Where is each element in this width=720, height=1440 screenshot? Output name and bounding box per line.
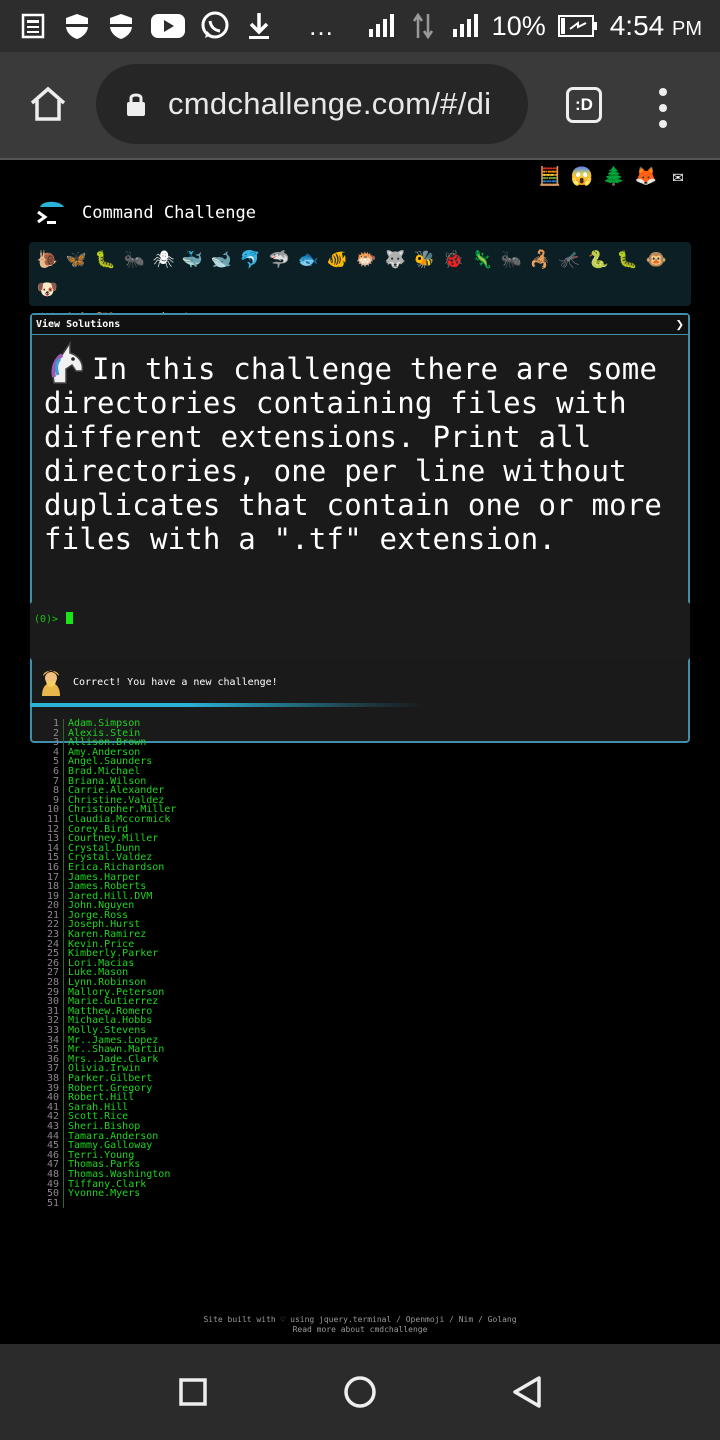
browser-toolbar: cmdchallenge.com/#/di :D bbox=[0, 52, 720, 160]
challenge-badge-icon[interactable]: 🐋 bbox=[209, 246, 234, 274]
brand[interactable]: Command Challenge bbox=[34, 198, 256, 228]
signal-icon bbox=[450, 11, 480, 41]
view-solutions-toggle[interactable]: View Solutions ❯ bbox=[32, 315, 688, 335]
mage-avatar-icon bbox=[42, 670, 60, 696]
view-solutions-label: View Solutions bbox=[36, 319, 121, 330]
output-line-text bbox=[64, 1199, 68, 1209]
tab-switcher-label: :D bbox=[575, 95, 593, 114]
address-bar[interactable]: cmdchallenge.com/#/di bbox=[96, 64, 528, 144]
challenge-badge-icon[interactable]: 🦎 bbox=[470, 246, 495, 274]
challenge-badge-icon[interactable]: 🐠 bbox=[325, 246, 350, 274]
challenge-text: In this challenge there are some directo… bbox=[44, 352, 663, 556]
status-bar: … 10% 4:54 PM bbox=[0, 0, 720, 52]
home-button[interactable] bbox=[28, 84, 68, 124]
page-content: 🧮 😱 🌲 🦊 ✉ Command Challenge 🐌 🦋 🐛 🐜 🕷 🐳 🐋 🐬 🦈 🐟 🐠 🐡… bbox=[0, 162, 720, 1344]
battery-icon bbox=[557, 11, 598, 41]
youtube-icon bbox=[150, 11, 186, 41]
triangle-back-icon bbox=[512, 1376, 541, 1408]
challenge-badge-icon[interactable]: 🐌 bbox=[35, 246, 60, 274]
recents-button[interactable] bbox=[173, 1372, 213, 1412]
terminal-umbrella-icon[interactable]: 🧮 bbox=[538, 164, 562, 188]
feedback-message: Correct! You have a new challenge! bbox=[38, 667, 278, 697]
mail-icon[interactable]: ✉ bbox=[666, 164, 690, 188]
brand-title: Command Challenge bbox=[82, 203, 256, 223]
data-arrows-icon bbox=[408, 11, 438, 41]
unicorn-icon bbox=[51, 341, 84, 384]
output-line: 51 bbox=[30, 1198, 176, 1209]
terminal-cursor bbox=[66, 612, 74, 624]
challenge-badge-icon[interactable]: 🐛 bbox=[93, 246, 118, 274]
challenge-badge-icon[interactable]: 🐛 bbox=[615, 246, 640, 274]
clock-time: 4:54 bbox=[609, 10, 665, 41]
challenge-badge-icon[interactable]: 🐝 bbox=[412, 246, 437, 274]
challenge-badge-icon[interactable]: 🦋 bbox=[64, 246, 89, 274]
download-icon bbox=[244, 11, 274, 41]
feedback-text: Correct! You have a new challenge! bbox=[73, 676, 278, 688]
terminal-prompt: (0)> bbox=[34, 614, 59, 625]
challenge-badge-icon[interactable]: 🐬 bbox=[238, 246, 263, 274]
square-icon bbox=[179, 1378, 208, 1406]
battery-percent: 10% bbox=[491, 10, 546, 41]
url-text: cmdchallenge.com/#/di bbox=[168, 86, 492, 121]
challenge-badge-icon[interactable]: 🐳 bbox=[180, 246, 205, 274]
gitlab-icon[interactable]: 🦊 bbox=[634, 164, 658, 188]
challenge-badge-icon[interactable]: 🐜 bbox=[499, 246, 524, 274]
challenge-badge-icon[interactable]: 🐞 bbox=[441, 246, 466, 274]
challenge-badge-icon[interactable]: 🐍 bbox=[586, 246, 611, 274]
overflow-notifications-icon: … bbox=[308, 10, 336, 41]
challenge-badge-icon[interactable]: 🦂 bbox=[528, 246, 553, 274]
terminal-input[interactable]: (0)> bbox=[30, 602, 690, 660]
command-output: 1 Adam.Simpson 2 Alexis.Stein 3 Allison.Brown… bbox=[30, 719, 176, 1209]
divider bbox=[30, 703, 425, 707]
top-icon-bar: 🧮 😱 🌲 🦊 ✉ bbox=[538, 164, 690, 188]
footer-about-link[interactable]: Read more about cmdchallenge bbox=[0, 1325, 720, 1335]
clock: 4:54 PM bbox=[610, 10, 702, 42]
shield-icon bbox=[106, 11, 136, 41]
challenge-badge-icon[interactable]: 🐵 bbox=[644, 246, 669, 274]
challenge-badges-panel: 🐌🦋🐛🐜🕷🐳🐋🐬🦈🐟🐠🐡🐺🐝🐞🦎🐜🦂🦟🐍🐛🐵🐶🦊🐱🐯🐅🐴🦄 bbox=[29, 242, 691, 332]
browser-menu-button[interactable] bbox=[656, 88, 670, 128]
navigation-bar bbox=[0, 1344, 720, 1440]
challenge-badge-icon[interactable]: 🐜 bbox=[122, 246, 147, 274]
challenge-badge-icon[interactable]: 🦟 bbox=[557, 246, 582, 274]
challenge-badge-icon[interactable]: 🐶 bbox=[35, 276, 60, 304]
home-nav-button[interactable] bbox=[340, 1372, 380, 1412]
challenge-badge-icon[interactable]: 🐺 bbox=[383, 246, 408, 274]
tab-switcher-button[interactable]: :D bbox=[566, 87, 602, 123]
challenge-description: In this challenge there are some directo… bbox=[32, 335, 688, 562]
challenge-badge-icon[interactable]: 🐡 bbox=[354, 246, 379, 274]
circle-icon bbox=[344, 1376, 376, 1408]
lock-icon bbox=[127, 93, 145, 116]
back-button[interactable] bbox=[507, 1372, 547, 1412]
signal-icon bbox=[366, 11, 396, 41]
home-icon bbox=[30, 86, 66, 121]
challenge-badge-icon[interactable]: 🐟 bbox=[296, 246, 321, 274]
terminal-logo-icon bbox=[37, 201, 64, 224]
challenge-badge-icon[interactable]: 🦈 bbox=[267, 246, 292, 274]
challenge-badge-icon[interactable]: 🕷 bbox=[151, 246, 176, 274]
chevron-right-icon: ❯ bbox=[675, 316, 684, 333]
face-icon[interactable]: 😱 bbox=[570, 164, 594, 188]
output-line-text: Yvonne.Myers bbox=[68, 1188, 141, 1200]
news-icon bbox=[18, 11, 48, 41]
line-number: 51 bbox=[30, 1198, 64, 1209]
whatsapp-icon bbox=[200, 11, 230, 41]
footer: Site built with ♡ using jquery.terminal … bbox=[0, 1315, 720, 1335]
clock-ampm: PM bbox=[672, 18, 702, 40]
footer-credits[interactable]: Site built with ♡ using jquery.terminal … bbox=[0, 1315, 720, 1325]
shield-icon bbox=[62, 11, 92, 41]
tree-icon[interactable]: 🌲 bbox=[602, 164, 626, 188]
